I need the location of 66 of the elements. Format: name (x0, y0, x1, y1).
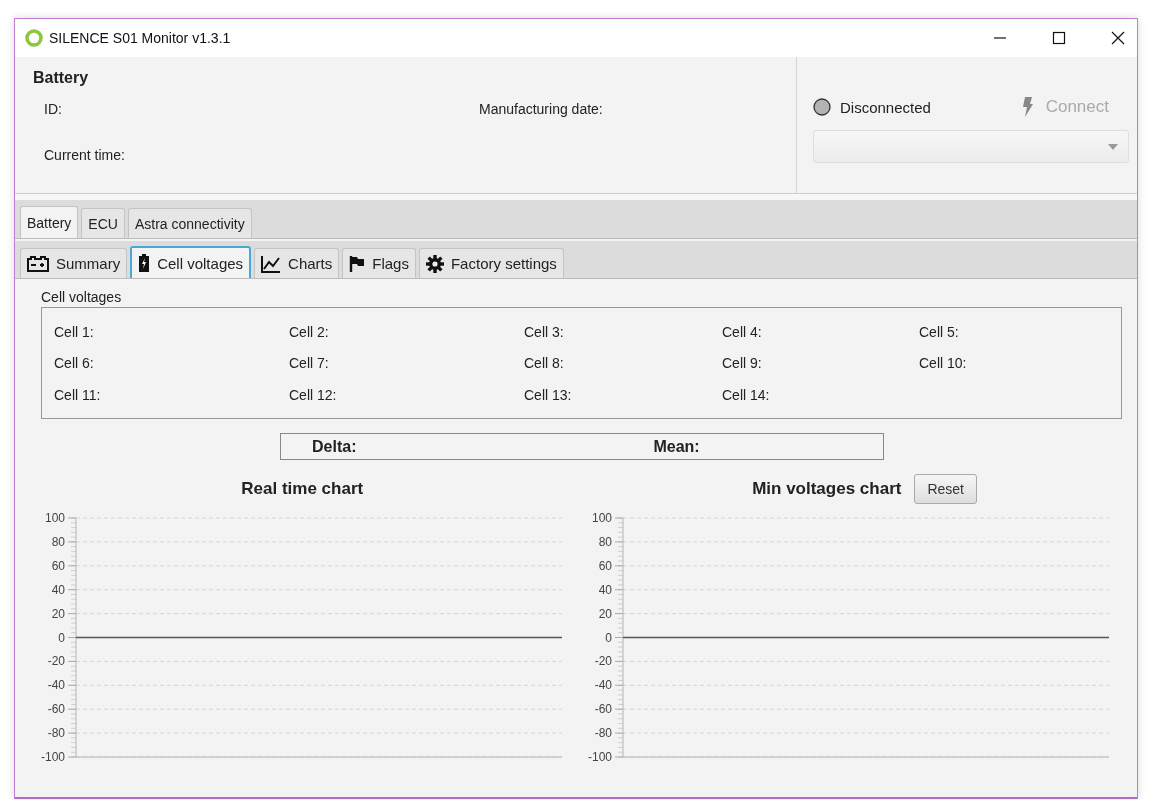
cell-label: Cell 5: (919, 323, 960, 340)
flag-icon (349, 254, 366, 273)
tick-label: -80 (594, 726, 612, 741)
tab[interactable]: Battery (20, 206, 79, 238)
window-title: SILENCE S01 Monitor v1.3.1 (49, 30, 231, 46)
tick-label: -100 (40, 750, 65, 764)
tab[interactable]: Cell voltages (130, 246, 252, 278)
delta-label: Delta: (312, 437, 357, 456)
maximize-icon[interactable] (1052, 31, 1066, 45)
field-label: Current time: (44, 147, 126, 163)
tick-label: 80 (51, 534, 65, 549)
tick-label: 20 (598, 606, 612, 621)
tick-label: 60 (598, 558, 612, 573)
tick-label: 40 (51, 582, 65, 597)
tab[interactable]: ECU (81, 208, 125, 238)
cell-label: Cell 4: (722, 323, 763, 340)
field-label: Manufacturing date: (479, 101, 604, 117)
chart-title: Min voltages chart (752, 479, 902, 499)
chart-title: Real time chart (241, 479, 364, 499)
gear-icon (425, 254, 444, 273)
mean-label: Mean: (653, 437, 700, 456)
cell-label: Cell 1: (54, 323, 95, 340)
tick-label: -40 (594, 678, 612, 693)
tick-label: 0 (58, 630, 65, 645)
close-icon[interactable] (1111, 31, 1125, 45)
tick-label: -40 (47, 678, 65, 693)
tick-label: 40 (598, 582, 612, 597)
tick-label: -20 (594, 654, 612, 669)
cell-label: Cell 2: (289, 323, 330, 340)
caret-icon (1108, 143, 1118, 150)
cell-label: Cell 13: (524, 386, 573, 403)
tick-label: 100 (591, 511, 612, 525)
tick-label: -60 (594, 702, 612, 717)
tick-label: 20 (51, 606, 65, 621)
tab[interactable]: Summary (20, 248, 128, 278)
cell-label: Cell 12: (289, 386, 338, 403)
cell-label: Cell 10: (919, 355, 968, 371)
tick-label: -60 (47, 702, 65, 717)
bolt-icon (1021, 97, 1034, 117)
cell-label: Cell 9: (722, 355, 763, 371)
section-heading: Battery (33, 69, 90, 87)
cell-label: Cell 14: (722, 386, 771, 403)
cell-label: Cell 3: (524, 323, 565, 340)
car-battery-icon (27, 255, 49, 272)
connection-status: Disconnected (840, 98, 931, 116)
tab[interactable]: Astra connectivity (127, 208, 252, 238)
group-title: Cell voltages (41, 289, 123, 305)
cell-label: Cell 6: (54, 355, 95, 371)
field-label: ID: (44, 101, 63, 117)
tick-label: 0 (604, 630, 612, 645)
reset-button[interactable]: Reset (914, 474, 977, 504)
cell-label: Cell 7: (289, 355, 330, 371)
cell-label: Cell 8: (524, 355, 565, 371)
tick-label: -100 (587, 750, 612, 764)
cell-label: Cell 11: (54, 386, 102, 403)
battery-charging-icon (138, 254, 151, 272)
tab[interactable]: Flags (342, 248, 416, 278)
tick-label: -80 (47, 726, 65, 741)
app-logo-icon (25, 29, 43, 47)
tick-label: 60 (51, 558, 65, 573)
line-chart-icon (261, 254, 282, 273)
tab[interactable]: Factory settings (418, 248, 564, 278)
tick-label: 100 (44, 511, 65, 525)
tick-label: 80 (598, 534, 612, 549)
tick-label: -20 (47, 654, 65, 669)
tab[interactable]: Charts (254, 248, 340, 278)
